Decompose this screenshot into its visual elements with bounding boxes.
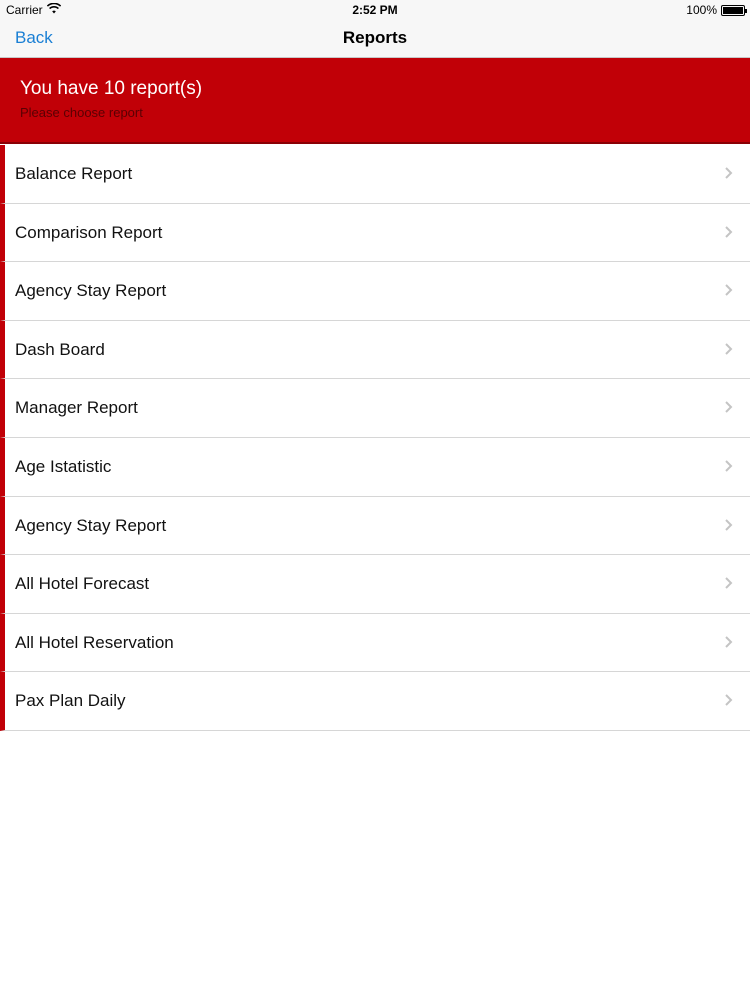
status-bar: Carrier 2:52 PM 100% bbox=[0, 0, 750, 20]
report-label: Agency Stay Report bbox=[15, 515, 167, 535]
chevron-right-icon bbox=[722, 397, 736, 417]
report-label: Agency Stay Report bbox=[15, 281, 167, 301]
report-item[interactable]: Agency Stay Report bbox=[0, 262, 750, 321]
status-time: 2:52 PM bbox=[352, 3, 398, 17]
report-item[interactable]: Agency Stay Report bbox=[0, 496, 750, 556]
report-label: Pax Plan Daily bbox=[15, 691, 126, 711]
navigation-bar: Back Reports bbox=[0, 20, 750, 58]
report-label: All Hotel Forecast bbox=[15, 574, 150, 594]
chevron-right-icon bbox=[722, 573, 736, 593]
report-label: Dash Board bbox=[15, 339, 105, 359]
report-label: Balance Report bbox=[15, 164, 133, 183]
report-item[interactable]: Manager Report bbox=[0, 379, 750, 438]
report-item[interactable]: All Hotel Reservation bbox=[0, 613, 750, 673]
banner-subtitle: Please choose report bbox=[20, 105, 143, 120]
report-item[interactable]: Pax Plan Daily bbox=[0, 672, 750, 731]
chevron-right-icon bbox=[722, 339, 736, 359]
report-item[interactable]: All Hotel Forecast bbox=[0, 555, 750, 614]
report-item[interactable]: Age Istatistic bbox=[0, 437, 750, 497]
report-item[interactable]: Dash Board bbox=[0, 320, 750, 380]
chevron-right-icon bbox=[722, 456, 736, 476]
report-label: All Hotel Reservation bbox=[15, 632, 174, 652]
chevron-right-icon bbox=[722, 163, 736, 183]
report-item[interactable]: Balance Report bbox=[0, 145, 750, 204]
report-label: Comparison Report bbox=[15, 222, 163, 242]
chevron-right-icon bbox=[722, 690, 736, 710]
chevron-right-icon bbox=[722, 222, 736, 242]
banner-title: You have 10 report(s) bbox=[20, 78, 203, 99]
report-label: Manager Report bbox=[15, 398, 138, 418]
report-list: Balance Report Comparison Report Agency … bbox=[0, 145, 750, 731]
report-label: Age Istatistic bbox=[15, 456, 112, 476]
report-item[interactable]: Comparison Report bbox=[0, 203, 750, 263]
page-title: Reports bbox=[342, 28, 408, 47]
chevron-right-icon bbox=[722, 280, 736, 300]
battery-icon bbox=[721, 4, 747, 16]
battery-percent: 100% bbox=[686, 3, 717, 17]
reports-banner: You have 10 report(s) Please choose repo… bbox=[0, 58, 750, 144]
battery-fill bbox=[723, 6, 743, 14]
status-right: 100% bbox=[686, 3, 747, 17]
chevron-right-icon bbox=[722, 632, 736, 652]
chevron-right-icon bbox=[722, 515, 736, 535]
